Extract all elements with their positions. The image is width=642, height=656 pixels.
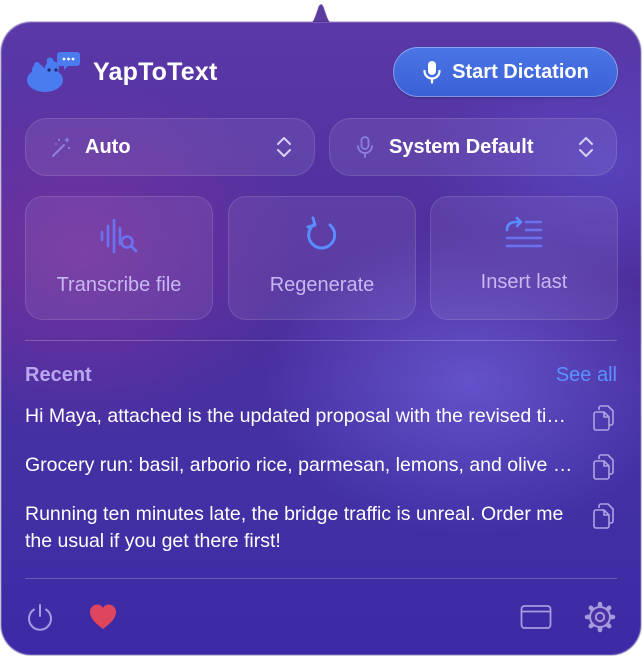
mode-select-value: Auto — [85, 135, 131, 158]
waveform-search-icon — [100, 218, 138, 254]
transcribe-file-label: Transcribe file — [56, 274, 182, 296]
popover-panel: YapToText Start Dictation Auto System De… — [1, 22, 641, 655]
recent-item[interactable]: Running ten minutes late, the bridge tra… — [25, 501, 617, 555]
start-dictation-button[interactable]: Start Dictation — [393, 47, 618, 97]
recent-section-label: Recent — [25, 364, 92, 386]
regenerate-label: Regenerate — [269, 274, 375, 296]
app-title: YapToText — [93, 58, 218, 86]
microphone-icon — [423, 61, 441, 84]
start-dictation-label: Start Dictation — [452, 60, 589, 83]
recent-item-text: Running ten minutes late, the bridge tra… — [25, 503, 564, 552]
microphone-icon — [357, 136, 373, 158]
regenerate-button[interactable]: Regenerate — [228, 196, 416, 320]
regenerate-icon — [306, 216, 337, 250]
mode-select[interactable]: Auto — [25, 118, 315, 176]
gear-icon[interactable] — [584, 601, 616, 633]
divider — [25, 340, 617, 341]
microphone-select[interactable]: System Default — [329, 118, 617, 176]
chevron-up-down-icon — [277, 137, 291, 157]
recent-item[interactable]: Hi Maya, attached is the updated proposa… — [25, 403, 617, 431]
copy-icon[interactable] — [593, 405, 615, 431]
heart-icon[interactable] — [88, 603, 118, 631]
insert-last-button[interactable]: Insert last — [430, 196, 618, 320]
recent-item-text: Hi Maya, attached is the updated proposa… — [25, 405, 577, 427]
microphone-select-value: System Default — [389, 135, 534, 158]
divider — [25, 578, 617, 579]
recent-item-text: Grocery run: basil, arborio rice, parmes… — [25, 454, 577, 476]
recent-item[interactable]: Grocery run: basil, arborio rice, parmes… — [25, 452, 617, 480]
transcribe-file-button[interactable]: Transcribe file — [25, 196, 213, 320]
insert-last-label: Insert last — [480, 271, 568, 293]
app-logo-icon — [27, 52, 80, 92]
magic-wand-icon — [52, 137, 71, 157]
power-icon[interactable] — [25, 602, 55, 632]
insert-text-icon — [505, 216, 543, 248]
chevron-up-down-icon — [579, 137, 593, 157]
copy-icon[interactable] — [593, 503, 615, 529]
copy-icon[interactable] — [593, 454, 615, 480]
window-icon[interactable] — [520, 604, 552, 630]
yaptotext-popover: YapToText Start Dictation Auto System De… — [1, 0, 641, 656]
see-all-link[interactable]: See all — [556, 364, 617, 387]
